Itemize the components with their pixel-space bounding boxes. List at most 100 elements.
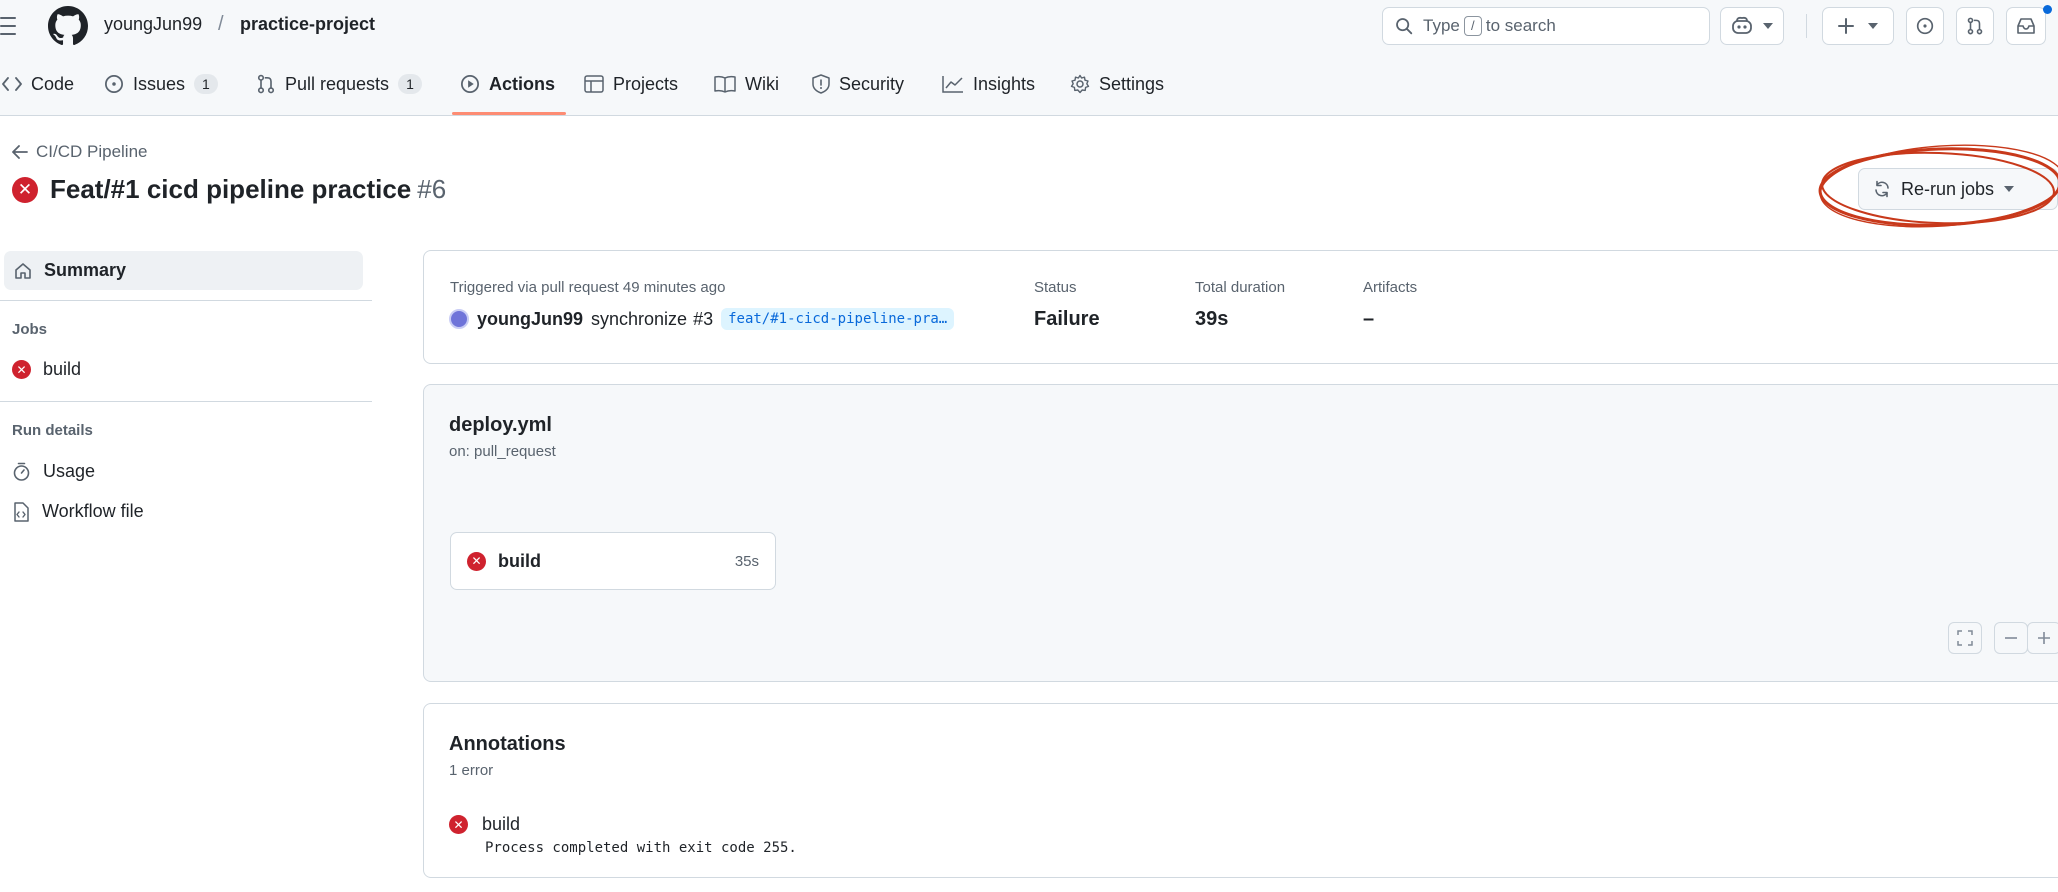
chevron-down-icon: [1763, 23, 1773, 29]
pull-requests-counter: 1: [398, 74, 422, 94]
sidebar-item-label: Workflow file: [42, 501, 144, 521]
pull-requests-button[interactable]: [1956, 7, 1994, 45]
tab-settings[interactable]: Settings: [1070, 52, 1164, 116]
tab-code[interactable]: Code: [2, 52, 74, 116]
status-label: Status: [1034, 279, 1077, 296]
search-icon: [1395, 17, 1413, 35]
pull-request-icon: [256, 74, 276, 94]
breadcrumb-separator: /: [218, 13, 224, 35]
search-suffix: to search: [1485, 16, 1556, 35]
tab-label: Issues: [133, 73, 186, 94]
trigger-action: synchronize: [591, 308, 688, 329]
workflow-file-name[interactable]: deploy.yml: [449, 414, 552, 437]
run-details-heading: Run details: [12, 422, 93, 439]
tab-security[interactable]: Security: [812, 52, 904, 116]
avatar[interactable]: [449, 309, 469, 329]
tab-wiki[interactable]: Wiki: [714, 52, 779, 116]
menu-icon[interactable]: [0, 14, 22, 38]
book-icon: [714, 75, 736, 93]
annotations-count: 1 error: [449, 762, 494, 779]
annotation-item[interactable]: ✕ build: [449, 814, 520, 835]
jobs-heading: Jobs: [12, 321, 48, 338]
sidebar-item-workflow-file[interactable]: Workflow file: [12, 501, 144, 522]
tab-label: Insights: [973, 73, 1036, 94]
repo-name-link[interactable]: practice-project: [240, 14, 375, 35]
tab-issues[interactable]: Issues 1: [104, 52, 218, 116]
active-tab-indicator: [452, 112, 566, 115]
job-duration: 35s: [734, 552, 759, 570]
plus-icon: [2036, 630, 2052, 646]
zoom-out-button[interactable]: [1994, 622, 2028, 654]
shield-icon: [812, 74, 830, 94]
artifacts-label: Artifacts: [1363, 279, 1418, 296]
sidebar-item-summary[interactable]: Summary: [4, 251, 363, 290]
file-code-icon: [12, 501, 30, 522]
status-value: Failure: [1034, 308, 1100, 330]
pull-request-icon: [1966, 17, 1984, 35]
chevron-down-icon: [1868, 23, 1878, 29]
tab-actions[interactable]: Actions: [460, 52, 555, 116]
stopwatch-icon: [12, 462, 31, 482]
run-title: ✕ Feat/#1 cicd pipeline practice #6: [12, 174, 446, 205]
code-icon: [2, 77, 22, 91]
x-circle-fill-icon: ✕: [12, 360, 31, 379]
job-name: build: [498, 550, 541, 571]
create-new-button[interactable]: [1822, 7, 1894, 45]
graph-icon: [942, 75, 964, 93]
search-input[interactable]: Type / to search: [1382, 7, 1710, 45]
zoom-in-button[interactable]: [2027, 622, 2058, 654]
search-placeholder: Type / to search: [1423, 16, 1556, 36]
trigger-label: Triggered via pull request 49 minutes ag…: [450, 279, 726, 296]
repo-owner-link[interactable]: youngJun99: [104, 14, 202, 35]
annotations-title: Annotations: [449, 733, 566, 755]
pr-link[interactable]: #3: [693, 309, 713, 330]
annotation-message: Process completed with exit code 255.: [485, 840, 797, 856]
issues-button[interactable]: [1906, 7, 1944, 45]
run-summary-card: [423, 250, 2058, 364]
copilot-icon: [1731, 16, 1753, 36]
page-title: Feat/#1 cicd pipeline practice #6: [50, 174, 446, 205]
branch-label[interactable]: feat/#1-cicd-pipeline-pra…: [721, 308, 955, 330]
notification-indicator: [2043, 5, 2052, 14]
search-shortcut-key: /: [1463, 16, 1482, 36]
tab-label: Pull requests: [285, 73, 390, 94]
tab-projects[interactable]: Projects: [584, 52, 678, 116]
back-to-workflow-link[interactable]: CI/CD Pipeline: [12, 142, 148, 162]
issues-counter: 1: [194, 74, 218, 94]
divider: [0, 300, 372, 301]
sidebar-item-usage[interactable]: Usage: [12, 461, 95, 482]
run-title-text: Feat/#1 cicd pipeline practice: [50, 174, 412, 204]
header-divider: [1806, 14, 1807, 38]
duration-label: Total duration: [1195, 279, 1286, 296]
github-logo-icon[interactable]: [48, 6, 88, 46]
sidebar-item-label: Usage: [43, 461, 96, 481]
sidebar-item-build[interactable]: ✕ build: [12, 359, 81, 380]
copilot-button[interactable]: [1720, 7, 1784, 45]
inbox-button[interactable]: [2006, 7, 2046, 45]
actor-link[interactable]: youngJun99: [477, 309, 583, 330]
annotation-job: build: [482, 814, 521, 834]
sidebar-item-label: Summary: [44, 260, 127, 280]
x-circle-fill-icon: ✕: [12, 176, 38, 203]
tab-pull-requests[interactable]: Pull requests 1: [256, 52, 422, 116]
trigger-details: youngJun99 synchronize #3 feat/#1-cicd-p…: [449, 308, 955, 330]
play-icon: [460, 74, 480, 94]
issue-icon: [104, 74, 124, 94]
job-node-build[interactable]: ✕ build 35s: [450, 532, 776, 590]
issue-icon: [1916, 17, 1934, 35]
fullscreen-button[interactable]: [1948, 622, 1982, 654]
table-icon: [584, 75, 604, 93]
tab-label: Security: [839, 73, 905, 94]
run-number: #6: [417, 174, 447, 204]
x-circle-fill-icon: ✕: [449, 815, 468, 834]
sidebar-item-label: build: [43, 359, 82, 379]
duration-value: 39s: [1195, 308, 1229, 330]
hand-drawn-highlight-circle: [1812, 140, 2058, 234]
workflow-name: CI/CD Pipeline: [36, 142, 148, 161]
plus-icon: [1838, 18, 1854, 34]
x-circle-fill-icon: ✕: [467, 551, 486, 571]
tab-insights[interactable]: Insights: [942, 52, 1035, 116]
artifacts-value: –: [1363, 308, 1375, 330]
arrow-left-icon: [12, 145, 28, 159]
minus-icon: [2003, 630, 2019, 646]
